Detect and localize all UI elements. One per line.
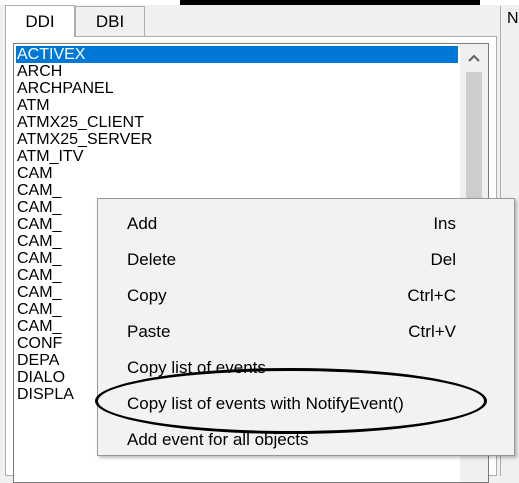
list-item[interactable]: ARCH: [16, 63, 62, 80]
list-item-label: CAM_: [17, 182, 62, 199]
list-item[interactable]: CAM_: [16, 284, 61, 301]
list-item[interactable]: ARCHPANEL: [16, 80, 114, 97]
list-item-label: CAM: [17, 165, 53, 182]
list-item-label: ATMX25_CLIENT: [17, 114, 144, 131]
menu-item-shortcut: Del: [430, 250, 456, 269]
menu-item-label: Copy list of events with NotifyEvent(): [127, 394, 404, 413]
list-item-label: DISPLA: [17, 386, 74, 403]
list-item-label: CAM_: [17, 267, 62, 284]
list-item-label: CAM_: [17, 284, 62, 301]
adjacent-panel-label: N: [507, 10, 519, 27]
chevron-up-icon: [468, 54, 480, 62]
list-item[interactable]: DEPA: [16, 352, 59, 369]
list-item-label: CAM_: [17, 318, 62, 335]
menu-item-label: Copy list of events: [127, 358, 266, 377]
list-item-label: CAM_: [17, 250, 62, 267]
list-item[interactable]: CAM_: [16, 267, 61, 284]
tab-ddi-label: DDI: [25, 11, 55, 31]
list-item-label: CAM_: [17, 216, 62, 233]
list-item-label: CAM_: [17, 301, 62, 318]
list-item[interactable]: ATMX25_SERVER: [16, 131, 152, 148]
menu-item-add-event-for-all-objects[interactable]: Add event for all objects: [98, 422, 514, 458]
list-item[interactable]: ATM: [16, 97, 50, 114]
menu-item-shortcut: Ins: [433, 214, 456, 233]
menu-item-paste[interactable]: Paste Ctrl+V: [98, 314, 514, 350]
list-item-label: CONF: [17, 335, 63, 352]
list-item[interactable]: CAM_: [16, 301, 61, 318]
menu-item-label: Add: [127, 214, 158, 233]
list-item[interactable]: CAM_: [16, 216, 61, 233]
tab-ddi[interactable]: DDI: [5, 5, 75, 37]
top-strip: [0, 0, 519, 5]
list-item-label: DEPA: [17, 352, 60, 369]
tab-dbi[interactable]: DBI: [75, 6, 145, 36]
list-item-label: CAM_: [17, 233, 62, 250]
list-item[interactable]: ATMX25_CLIENT: [16, 114, 144, 131]
menu-item-label: Add event for all objects: [127, 430, 309, 449]
list-item[interactable]: CONF: [16, 335, 62, 352]
menu-item-label: Paste: [127, 322, 171, 341]
menu-item-copy[interactable]: Copy Ctrl+C: [98, 278, 514, 314]
list-item[interactable]: CAM: [16, 165, 53, 182]
top-strip-cut: [180, 0, 480, 5]
menu-item-add[interactable]: Add Ins: [98, 206, 514, 242]
scroll-up-button[interactable]: [460, 44, 488, 72]
list-item-label: ARCH: [17, 63, 63, 80]
list-item-label: ACTIVEX: [17, 46, 86, 63]
list-item[interactable]: DISPLA: [16, 386, 74, 403]
menu-item-label: Delete: [127, 250, 177, 269]
list-item-label: ARCHPANEL: [17, 80, 114, 97]
list-item-label: DIALO: [17, 369, 66, 386]
menu-item-copy-list-with-notifyevent[interactable]: Copy list of events with NotifyEvent(): [98, 386, 514, 422]
context-menu: Add Ins Delete Del Copy Ctrl+C Paste Ctr…: [97, 198, 515, 456]
list-item-label: ATM: [17, 97, 50, 114]
list-item[interactable]: CAM_: [16, 233, 61, 250]
list-item[interactable]: ACTIVEX: [16, 46, 458, 63]
menu-item-copy-list-of-events[interactable]: Copy list of events: [98, 350, 514, 386]
list-item-label: CAM_: [17, 199, 62, 216]
list-item-label: ATMX25_SERVER: [17, 131, 153, 148]
list-item-label: ATM_ITV: [17, 148, 84, 165]
list-item[interactable]: CAM_: [16, 182, 61, 199]
list-item[interactable]: CAM_: [16, 199, 61, 216]
tab-dbi-label: DBI: [95, 11, 125, 31]
list-item[interactable]: DIALO: [16, 369, 65, 386]
menu-item-shortcut: Ctrl+C: [407, 286, 456, 305]
menu-item-label: Copy: [127, 286, 167, 305]
list-item[interactable]: ATM_ITV: [16, 148, 83, 165]
menu-item-shortcut: Ctrl+V: [408, 322, 456, 341]
menu-item-delete[interactable]: Delete Del: [98, 242, 514, 278]
list-item[interactable]: CAM_: [16, 318, 61, 335]
list-item[interactable]: CAM_: [16, 250, 61, 267]
